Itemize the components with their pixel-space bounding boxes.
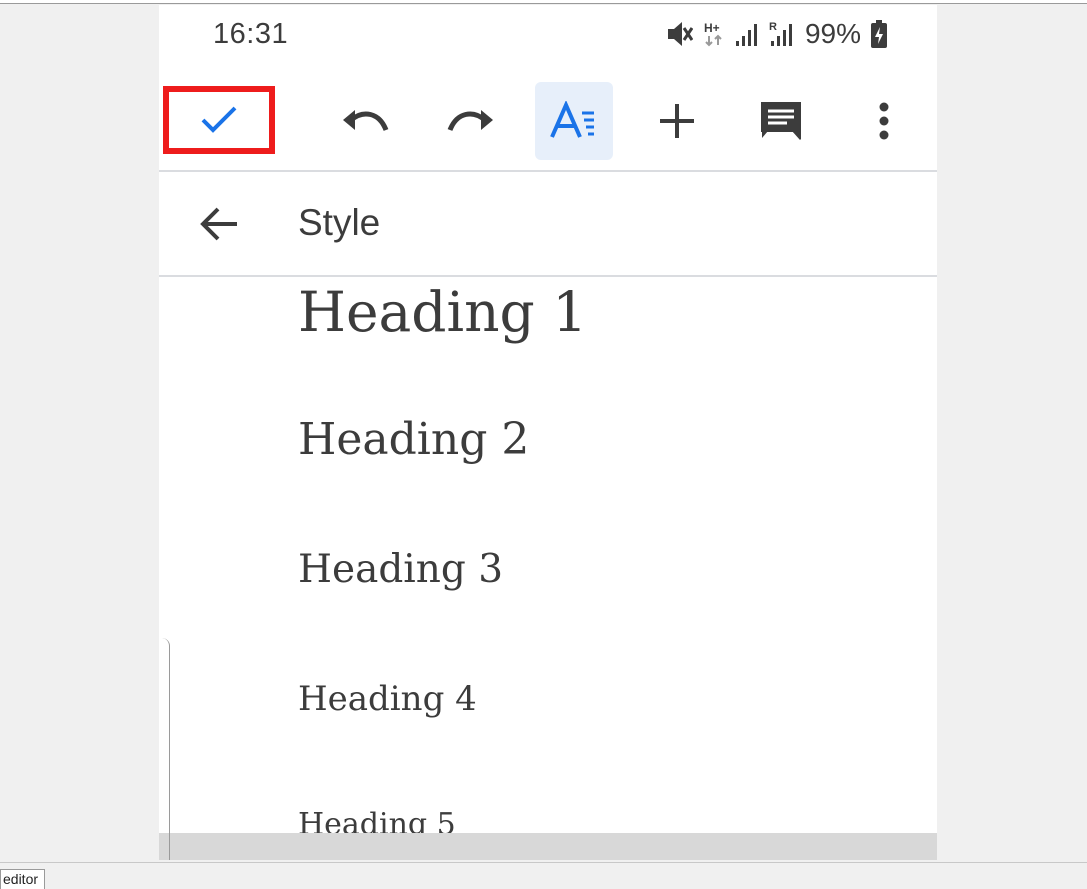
redo-button[interactable]	[431, 82, 509, 160]
battery-percent: 99%	[804, 18, 861, 49]
signal-roaming-icon: R	[769, 21, 792, 46]
insert-button[interactable]	[638, 82, 716, 160]
svg-text:H+: H+	[704, 21, 720, 35]
undo-icon	[343, 110, 389, 132]
redo-icon	[447, 110, 493, 132]
mute-icon	[667, 22, 693, 46]
comment-icon	[761, 102, 801, 140]
style-panel-header: Style	[159, 172, 937, 274]
panel-title: Style	[298, 202, 381, 243]
battery-charging-icon	[871, 20, 887, 48]
comment-button[interactable]	[742, 82, 820, 160]
check-icon	[201, 106, 237, 133]
taskbar	[0, 862, 1087, 888]
done-button[interactable]	[163, 86, 275, 154]
undo-button[interactable]	[327, 82, 405, 160]
text-format-icon	[550, 101, 594, 138]
style-option-heading-1[interactable]: Heading 1	[298, 280, 587, 344]
style-option-heading-3[interactable]: Heading 3	[298, 547, 503, 592]
editor-toolbar	[159, 75, 937, 171]
signal-icon	[735, 24, 757, 46]
style-option-heading-4[interactable]: Heading 4	[298, 679, 477, 719]
phone-screen: 16:31 H+ R 99% Style Heading 1 Heading 2…	[159, 5, 937, 833]
status-icons: H+ R 99%	[665, 17, 887, 51]
back-button[interactable]	[189, 194, 249, 254]
status-time: 16:31	[213, 18, 289, 50]
add-icon	[660, 104, 694, 138]
text-format-button[interactable]	[535, 82, 613, 160]
horizontal-scrollbar[interactable]	[159, 833, 937, 860]
window-top-border	[0, 0, 1087, 4]
more-vert-icon	[879, 102, 889, 140]
svg-text:R: R	[769, 21, 777, 33]
arrow-back-icon	[200, 207, 237, 241]
background-window-edge	[159, 638, 170, 860]
style-list: Heading 1 Heading 2 Heading 3 Heading 4 …	[159, 277, 937, 833]
network-type-icon: H+	[704, 21, 722, 47]
more-options-button[interactable]	[845, 82, 923, 160]
style-option-heading-5[interactable]: Heading 5	[298, 807, 456, 833]
status-bar: 16:31 H+ R 99%	[159, 5, 937, 65]
style-option-heading-2[interactable]: Heading 2	[298, 414, 529, 465]
editor-tab[interactable]: editor	[0, 869, 46, 889]
